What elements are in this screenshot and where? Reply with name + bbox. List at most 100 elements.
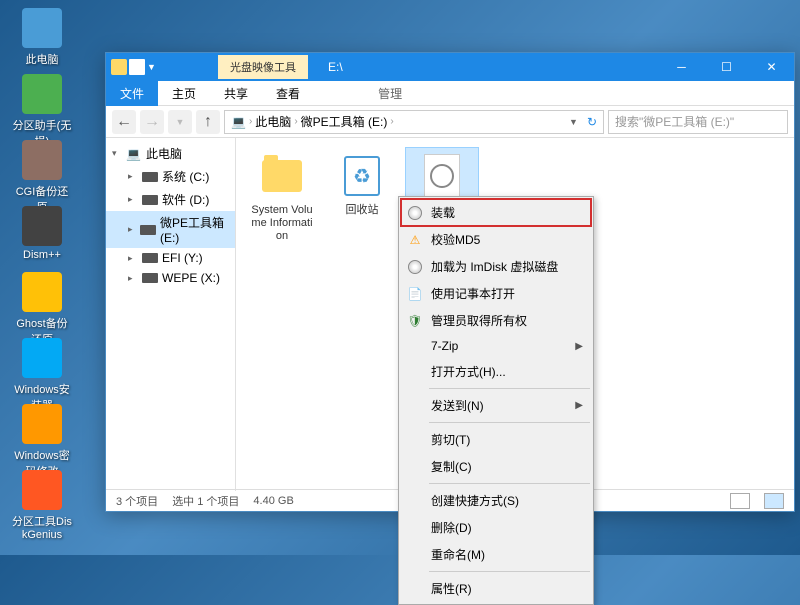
menu-label: 复制(C)	[431, 458, 472, 475]
menu-separator	[429, 571, 590, 572]
tree-drive-item[interactable]: ▸ 微PE工具箱 (E:)	[106, 211, 235, 248]
menu-label: 发送到(N)	[431, 397, 484, 414]
titlebar[interactable]: ▼ 光盘映像工具 E:\ ─ ☐ ✕	[106, 53, 794, 81]
expand-icon[interactable]: ▸	[128, 273, 138, 284]
maximize-button[interactable]: ☐	[704, 53, 749, 81]
chevron-right-icon: ›	[390, 116, 393, 127]
ribbon-view[interactable]: 查看	[262, 81, 314, 106]
desktop-icon[interactable]: 分区工具DiskGenius	[12, 470, 72, 541]
chevron-right-icon: ›	[249, 116, 252, 127]
file-item[interactable]: System Volume Information	[246, 148, 318, 248]
drive-tools-tab[interactable]: 光盘映像工具	[218, 55, 308, 79]
file-item[interactable]: ♻回收站	[326, 148, 398, 221]
chevron-right-icon: ›	[294, 116, 297, 127]
expand-icon[interactable]: ▸	[128, 253, 138, 264]
context-menu-item[interactable]: 加载为 ImDisk 虚拟磁盘	[401, 253, 591, 280]
desktop-icon-label: 此电脑	[12, 51, 72, 67]
up-button[interactable]: ↑	[196, 110, 220, 134]
app-icon	[22, 74, 62, 114]
drive-icon	[142, 271, 158, 285]
tree-label: 微PE工具箱 (E:)	[160, 214, 229, 245]
icons-view-button[interactable]	[764, 493, 784, 509]
context-menu-item[interactable]: 🛡 管理员取得所有权	[401, 307, 591, 334]
desktop-icon[interactable]: CGI备份还原	[12, 140, 72, 215]
context-menu-item[interactable]: 属性(R)	[401, 575, 591, 602]
context-menu-item[interactable]: 剪切(T)	[401, 426, 591, 453]
context-menu-item[interactable]: 发送到(N) ▶	[401, 392, 591, 419]
tree-label: 软件 (D:)	[162, 191, 209, 208]
tree-drive-item[interactable]: ▸ EFI (Y:)	[106, 248, 235, 268]
breadcrumb-current[interactable]: 微PE工具箱 (E:)	[301, 113, 388, 130]
expand-icon[interactable]: ▸	[128, 224, 136, 235]
ribbon-tabs: 文件 主页 共享 查看 管理	[106, 81, 794, 106]
ribbon-home[interactable]: 主页	[158, 81, 210, 106]
ribbon-share[interactable]: 共享	[210, 81, 262, 106]
desktop-icon-label: Dism++	[12, 249, 72, 261]
recycle-bin-icon: ♻	[344, 156, 380, 196]
context-menu-item[interactable]: 复制(C)	[401, 453, 591, 480]
menu-label: 删除(D)	[431, 519, 472, 536]
tree-label: EFI (Y:)	[162, 251, 203, 265]
app-icon	[22, 338, 62, 378]
menu-label: 加载为 ImDisk 虚拟磁盘	[431, 258, 558, 275]
menu-label: 装载	[431, 204, 455, 221]
tree-drive-item[interactable]: ▸WEPE (X:)	[106, 268, 235, 288]
quick-access-icon[interactable]	[129, 59, 145, 75]
ribbon-file[interactable]: 文件	[106, 81, 158, 106]
menu-label: 校验MD5	[431, 231, 480, 248]
recent-dropdown[interactable]: ▼	[168, 110, 192, 134]
desktop-icon[interactable]: 此电脑	[12, 8, 72, 67]
menu-label: 管理员取得所有权	[431, 312, 527, 329]
desktop-icon[interactable]: Windows安装器	[12, 338, 72, 413]
chevron-right-icon: ▶	[575, 400, 583, 411]
context-menu-item[interactable]: 7-Zip▶	[401, 334, 591, 358]
context-menu: 装载 ⚠ 校验MD5 加载为 ImDisk 虚拟磁盘 📄使用记事本打开 🛡 管理员取得所有权…	[398, 196, 594, 605]
pc-icon: 💻	[231, 115, 246, 129]
desktop-icon[interactable]: Ghost备份还原	[12, 272, 72, 347]
menu-separator	[429, 388, 590, 389]
forward-button[interactable]: →	[140, 110, 164, 134]
refresh-icon[interactable]: ↻	[587, 115, 597, 129]
dropdown-icon[interactable]: ▼	[147, 59, 163, 75]
expand-icon[interactable]: ▸	[128, 194, 138, 205]
details-view-button[interactable]	[730, 493, 750, 509]
warning-icon: ⚠	[407, 232, 423, 248]
item-count: 3 个项目	[116, 493, 158, 509]
context-menu-item[interactable]: 打开方式(H)...	[401, 358, 591, 385]
context-menu-item[interactable]: 📄使用记事本打开	[401, 280, 591, 307]
drive-icon	[140, 223, 156, 237]
drive-icon	[142, 251, 158, 265]
breadcrumb-dropdown-icon[interactable]: ▼	[569, 117, 578, 127]
desktop-icon[interactable]: Windows密码修改	[12, 404, 72, 479]
menu-label: 7-Zip	[431, 339, 458, 353]
shield-icon: 🛡	[407, 313, 423, 329]
tree-drive-item[interactable]: ▸ 系统 (C:)	[106, 165, 235, 188]
app-icon	[22, 140, 62, 180]
desktop-icon[interactable]: Dism++	[12, 206, 72, 261]
menu-separator	[429, 422, 590, 423]
close-button[interactable]: ✕	[749, 53, 794, 81]
search-input[interactable]: 搜索"微PE工具箱 (E:)"	[608, 110, 788, 134]
back-button[interactable]: ←	[112, 110, 136, 134]
disc-icon	[407, 205, 423, 221]
search-placeholder: 搜索"微PE工具箱 (E:)"	[615, 113, 734, 130]
tree-drive-item[interactable]: ▸ 软件 (D:)	[106, 188, 235, 211]
context-menu-item[interactable]: ⚠ 校验MD5	[401, 226, 591, 253]
context-menu-item[interactable]: 创建快捷方式(S)	[401, 487, 591, 514]
context-menu-item[interactable]: 删除(D)	[401, 514, 591, 541]
app-icon	[22, 272, 62, 312]
window-title: E:\	[308, 60, 659, 74]
expand-icon[interactable]: ▸	[128, 171, 138, 182]
collapse-icon[interactable]: ▾	[112, 148, 122, 159]
nav-tree: ▾ 💻 此电脑 ▸ 系统 (C:) ▸ 软件 (D:) ▸ 微PE工具箱 (E:) ▸ EFI…	[106, 138, 236, 491]
folder-icon	[262, 160, 302, 192]
context-menu-item[interactable]: 装载	[401, 199, 591, 226]
selected-size: 4.40 GB	[253, 495, 293, 507]
breadcrumb-root[interactable]: 此电脑	[255, 113, 291, 130]
tree-this-pc[interactable]: ▾ 💻 此电脑	[106, 142, 235, 165]
tree-label: 系统 (C:)	[162, 168, 209, 185]
ribbon-manage[interactable]: 管理	[364, 81, 416, 106]
minimize-button[interactable]: ─	[659, 53, 704, 81]
breadcrumb[interactable]: 💻 › 此电脑 › 微PE工具箱 (E:) › ▼ ↻	[224, 110, 604, 134]
desktop-icon[interactable]: 分区助手(无损)	[12, 74, 72, 149]
